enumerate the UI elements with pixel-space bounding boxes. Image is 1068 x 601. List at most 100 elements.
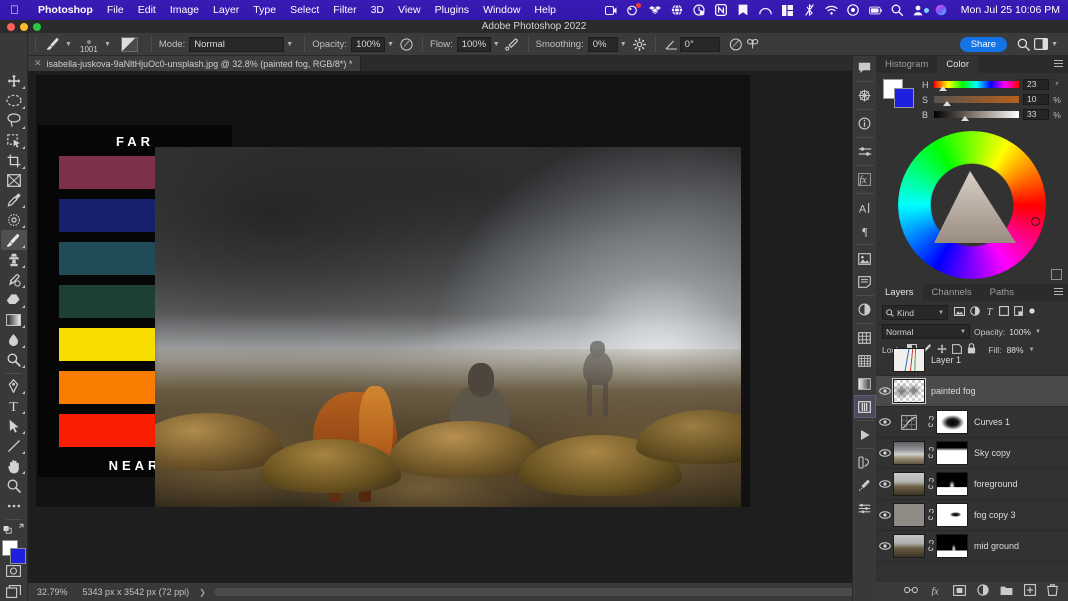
menu-bar-clock[interactable]: Mon Jul 25 10:06 PM: [961, 4, 1060, 16]
eraser-tool[interactable]: [1, 290, 27, 310]
background-color-swatch[interactable]: [894, 88, 914, 108]
search-icon[interactable]: [1015, 36, 1032, 53]
layer-mask-link-icon[interactable]: [925, 477, 936, 491]
gradient-tool[interactable]: [1, 310, 27, 330]
control-center-icon[interactable]: [847, 4, 860, 17]
adjustments-panel-icon[interactable]: [854, 298, 876, 321]
brush-size-indicator[interactable]: 1001: [76, 34, 102, 54]
color-wheel[interactable]: [898, 131, 1046, 279]
add-layer-mask-icon[interactable]: [953, 584, 966, 599]
chevron-right-icon[interactable]: ❯: [195, 588, 214, 597]
layer-name[interactable]: fog copy 3: [968, 510, 1016, 520]
blend-mode-chevron-down-icon[interactable]: ▼: [286, 41, 293, 48]
path-selection-tool[interactable]: [1, 416, 27, 436]
spot-healing-brush-tool[interactable]: [1, 210, 27, 230]
tool-presets-panel-icon[interactable]: [854, 497, 876, 520]
brightness-slider[interactable]: [934, 111, 1019, 121]
color-picker-square-icon[interactable]: [1051, 269, 1062, 280]
crop-tool[interactable]: [1, 151, 27, 171]
menu-item-plugins[interactable]: Plugins: [428, 4, 476, 16]
clone-stamp-tool[interactable]: [1, 250, 27, 270]
saturation-value[interactable]: 10: [1023, 94, 1049, 105]
symmetry-butterfly-icon[interactable]: [745, 36, 762, 53]
artboard[interactable]: FAR NEAR: [36, 75, 750, 507]
hue-slider[interactable]: [934, 81, 1019, 91]
hue-marker[interactable]: [1031, 217, 1040, 226]
layer-mask-thumbnail[interactable]: [936, 534, 968, 558]
layer-visibility-toggle[interactable]: [876, 449, 893, 457]
blend-mode-select[interactable]: Normal: [189, 36, 285, 52]
properties-panel-icon[interactable]: [854, 140, 876, 163]
brush-size-chevron-down-icon[interactable]: ▼: [104, 41, 111, 48]
apple-icon[interactable]: : [10, 4, 19, 16]
layer-visibility-toggle[interactable]: [876, 418, 893, 426]
search-icon[interactable]: [891, 4, 904, 17]
opacity-chevron-down-icon[interactable]: ▼: [387, 41, 394, 48]
layer-mask-link-icon[interactable]: [925, 539, 936, 553]
menu-item-layer[interactable]: Layer: [206, 4, 246, 16]
menu-item-3d[interactable]: 3D: [364, 4, 391, 16]
layer-name[interactable]: Layer 1: [925, 355, 961, 365]
tablet-pressure-size-icon[interactable]: [728, 36, 745, 53]
grid-layout-icon[interactable]: [781, 4, 794, 17]
styles-panel-icon[interactable]: fx: [854, 168, 876, 191]
rainbow-arc-icon[interactable]: [758, 4, 772, 17]
new-layer-icon[interactable]: [1024, 584, 1036, 599]
brush-tool[interactable]: [0, 230, 27, 251]
color-panel-chips[interactable]: [883, 79, 917, 109]
menu-item-window[interactable]: Window: [476, 4, 527, 16]
siri-icon[interactable]: [935, 4, 948, 17]
cleanmymac-icon[interactable]: [627, 2, 641, 17]
smoothing-chevron-down-icon[interactable]: ▼: [620, 41, 627, 48]
globe-grid-icon[interactable]: [671, 4, 684, 17]
document-image[interactable]: [155, 147, 741, 507]
saturation-slider[interactable]: [934, 96, 1019, 106]
layer-style-fx-icon[interactable]: fx: [929, 585, 942, 599]
flow-input[interactable]: 100%: [456, 36, 491, 52]
layer-list[interactable]: Layer 1 painted fog Curves 1 Sky copy fo…: [876, 345, 1068, 582]
zoom-tool[interactable]: [1, 476, 27, 496]
layer-mask-link-icon[interactable]: [925, 508, 936, 522]
menu-item-help[interactable]: Help: [527, 4, 563, 16]
layer-visibility-toggle[interactable]: [876, 480, 893, 488]
layer-visibility-toggle[interactable]: [876, 511, 893, 519]
horizontal-scrollbar[interactable]: [213, 588, 854, 596]
layer-filter-kind-select[interactable]: Kind ▼: [882, 305, 948, 320]
filter-adjustment-icon[interactable]: [970, 306, 980, 319]
screen-record-icon[interactable]: [605, 4, 618, 17]
dropbox-icon[interactable]: [649, 4, 662, 17]
menu-item-file[interactable]: File: [100, 4, 131, 16]
filter-shape-icon[interactable]: [999, 306, 1009, 319]
gradients-panel-icon[interactable]: [854, 372, 876, 395]
history-brush-tool[interactable]: [1, 270, 27, 290]
elliptical-marquee-tool[interactable]: [1, 91, 27, 111]
tab-color[interactable]: Color: [937, 56, 978, 73]
workspace-switcher-icon[interactable]: [1032, 36, 1049, 53]
notion-icon[interactable]: [715, 4, 728, 17]
pen-tool[interactable]: [1, 376, 27, 396]
new-adjustment-layer-icon[interactable]: [977, 584, 989, 599]
layer-thumbnail[interactable]: [893, 379, 925, 403]
document-tab[interactable]: ✕ isabella-juskova-9aNltHjuOc0-unsplash.…: [28, 56, 362, 71]
new-group-icon[interactable]: [1000, 585, 1013, 599]
timeline-panel-icon[interactable]: [854, 423, 876, 446]
menu-item-photoshop[interactable]: Photoshop: [31, 4, 100, 16]
character-panel-icon[interactable]: A: [854, 196, 876, 219]
layer-mask-link-icon[interactable]: [925, 446, 936, 460]
info-panel-icon[interactable]: [854, 112, 876, 135]
hue-value[interactable]: 23: [1023, 79, 1049, 90]
layer-name[interactable]: mid ground: [968, 541, 1019, 551]
layer-opacity-chevron-down-icon[interactable]: ▼: [1035, 329, 1041, 335]
libraries-panel-icon[interactable]: [854, 247, 876, 270]
lasso-tool[interactable]: [1, 111, 27, 131]
screen-mode-icon[interactable]: [1, 581, 27, 601]
bluetooth-off-icon[interactable]: [803, 4, 816, 17]
history-panel-icon[interactable]: [854, 451, 876, 474]
blur-tool[interactable]: [1, 330, 27, 350]
layer-thumbnail[interactable]: [893, 472, 925, 496]
panel-menu-icon[interactable]: [1054, 288, 1063, 296]
pressure-opacity-icon[interactable]: [398, 36, 415, 53]
layer-name[interactable]: Sky copy: [968, 448, 1011, 458]
layer-mask-thumbnail[interactable]: [936, 472, 968, 496]
filter-pixel-icon[interactable]: [954, 306, 965, 319]
